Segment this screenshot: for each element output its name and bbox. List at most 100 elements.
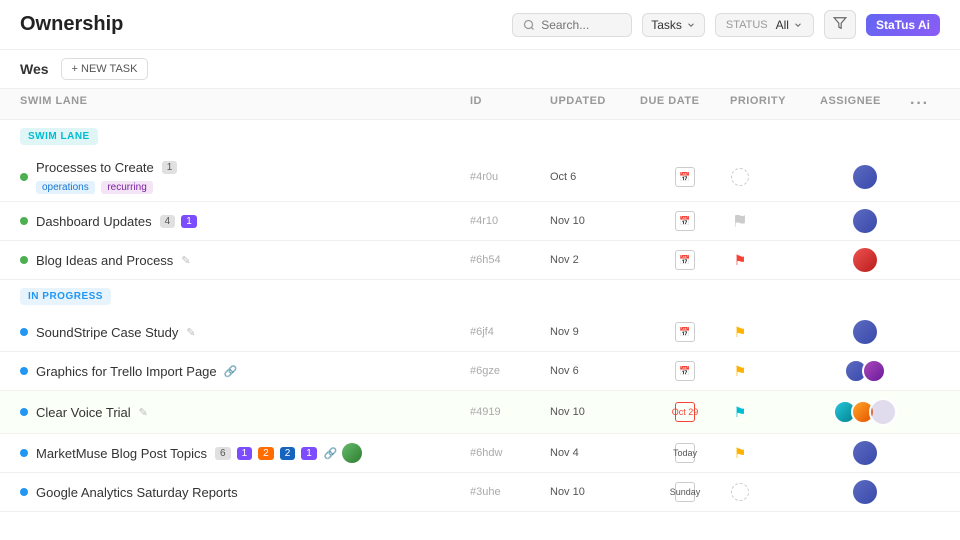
link-icon-2[interactable]: 🔗 xyxy=(324,447,338,460)
due-date-cell: 📅 xyxy=(640,322,730,342)
avatar-group xyxy=(833,398,897,426)
status-filter[interactable]: STATUS All xyxy=(715,13,814,37)
chevron-down-icon-2 xyxy=(793,20,803,30)
task-name[interactable]: SoundStripe Case Study xyxy=(36,325,178,340)
table-row: SoundStripe Case Study ✎ #6jf4 Nov 9 📅 ⚑ xyxy=(0,313,960,352)
task-name[interactable]: Dashboard Updates xyxy=(36,214,152,229)
more-options-icon[interactable]: ··· xyxy=(910,95,929,112)
calendar-icon: 📅 xyxy=(675,361,695,381)
badge-6: 6 xyxy=(215,447,231,460)
task-id: #6gze xyxy=(470,365,550,377)
task-updated: Oct 6 xyxy=(550,171,640,183)
tag-recurring[interactable]: recurring xyxy=(101,181,152,194)
edit-icon[interactable]: ✎ xyxy=(181,254,190,267)
task-name[interactable]: Processes to Create xyxy=(36,160,154,175)
task-name-cell: Dashboard Updates 4 1 xyxy=(20,214,470,229)
flag-red-icon: ⚑ xyxy=(734,252,747,269)
header: Ownership Tasks STATUS All StaTus Ai xyxy=(0,0,960,50)
swim-lane-section: SWIM LANE xyxy=(0,120,960,153)
task-name[interactable]: Blog Ideas and Process xyxy=(36,253,173,268)
tag-operations[interactable]: operations xyxy=(36,181,95,194)
priority-cell: ⚑ xyxy=(730,322,750,342)
due-date-text: Oct 29 xyxy=(670,407,701,417)
task-id: #6jf4 xyxy=(470,326,550,338)
avatar-inline xyxy=(342,443,362,463)
table-row: Processes to Create 1 operations recurri… xyxy=(0,153,960,202)
calendar-icon: Sunday xyxy=(675,482,695,502)
avatar xyxy=(862,359,886,383)
priority-cell: ⚑ xyxy=(730,361,750,381)
content-area: SWIM LANE Processes to Create 1 operatio… xyxy=(0,120,960,540)
edit-icon[interactable]: ✎ xyxy=(139,406,148,419)
table-row: Clear Voice Trial ✎ #4919 Nov 10 Oct 29 … xyxy=(0,391,960,434)
task-name-cell: Graphics for Trello Import Page 🔗 xyxy=(20,364,470,379)
col-duedate: DUE DATE xyxy=(640,95,730,113)
task-id: #4r0u xyxy=(470,171,550,183)
task-name-cell: MarketMuse Blog Post Topics 6 1 2 2 1 🔗 xyxy=(20,443,470,463)
due-date-cell: 📅 xyxy=(640,167,730,187)
sub-header: Wes + NEW TASK xyxy=(0,50,960,89)
status-dot xyxy=(20,217,28,225)
table-header: SWIM LANE ID UPDATED DUE DATE PRIORITY A… xyxy=(0,89,960,120)
chevron-down-icon xyxy=(686,20,696,30)
avatar-group xyxy=(844,359,886,383)
filter-button[interactable] xyxy=(824,10,856,39)
task-name[interactable]: Graphics for Trello Import Page xyxy=(36,364,217,379)
task-count-badge: 1 xyxy=(162,161,178,174)
table-row: Dashboard Updates 4 1 #4r10 Nov 10 📅 xyxy=(0,202,960,241)
priority-cell xyxy=(730,167,750,187)
due-date-cell: 📅 xyxy=(640,361,730,381)
flag-cyan-icon: ⚑ xyxy=(734,404,747,421)
filter-icon xyxy=(833,16,847,30)
avatar xyxy=(853,441,877,465)
col-more: ··· xyxy=(910,95,940,113)
due-date-cell: Oct 29 xyxy=(640,402,730,422)
task-id: #6h54 xyxy=(470,254,550,266)
task-updated: Nov 4 xyxy=(550,447,640,459)
task-name-cell: Blog Ideas and Process ✎ xyxy=(20,253,470,268)
task-name[interactable]: MarketMuse Blog Post Topics xyxy=(36,446,207,461)
link-icon[interactable]: 🔗 xyxy=(224,365,238,378)
task-id: #4919 xyxy=(470,406,550,418)
task-id: #4r10 xyxy=(470,215,550,227)
task-name-cell: Processes to Create 1 operations recurri… xyxy=(20,160,470,194)
task-name-cell: Clear Voice Trial ✎ xyxy=(20,405,470,420)
status-dot xyxy=(20,449,28,457)
assignee-cell xyxy=(820,248,910,272)
avatar xyxy=(853,165,877,189)
assignee-cell xyxy=(820,398,910,426)
due-sunday: Sunday xyxy=(668,487,703,497)
assignee-cell xyxy=(820,320,910,344)
priority-empty-icon xyxy=(731,483,749,501)
task-name[interactable]: Clear Voice Trial xyxy=(36,405,131,420)
status-dot xyxy=(20,408,28,416)
task-count-badge: 4 xyxy=(160,215,176,228)
status-dot xyxy=(20,173,28,181)
priority-cell: ⚑ xyxy=(730,443,750,463)
task-name[interactable]: Google Analytics Saturday Reports xyxy=(36,485,238,500)
search-bar[interactable] xyxy=(512,13,632,37)
calendar-icon-overdue: Oct 29 xyxy=(675,402,695,422)
col-priority: PRIORITY xyxy=(730,95,820,113)
priority-cell: ⚑ xyxy=(730,250,750,270)
due-date-cell: Sunday xyxy=(640,482,730,502)
priority-cell: ⚑ xyxy=(730,402,750,422)
assignee-cell xyxy=(820,165,910,189)
search-icon xyxy=(523,19,535,31)
flag-yellow-icon: ⚑ xyxy=(734,363,747,380)
assignee-cell xyxy=(820,359,910,383)
due-date-cell: 📅 xyxy=(640,211,730,231)
new-task-button[interactable]: + NEW TASK xyxy=(61,58,149,80)
in-progress-section: IN PROGRESS xyxy=(0,280,960,313)
search-input[interactable] xyxy=(541,18,621,32)
col-id: ID xyxy=(470,95,550,113)
assignee-cell xyxy=(820,441,910,465)
edit-icon[interactable]: ✎ xyxy=(186,326,195,339)
avatar xyxy=(853,480,877,504)
priority-empty-icon xyxy=(731,168,749,186)
col-updated: UPDATED xyxy=(550,95,640,113)
assignee-cell xyxy=(820,480,910,504)
tasks-dropdown[interactable]: Tasks xyxy=(642,13,705,37)
task-id: #6hdw xyxy=(470,447,550,459)
calendar-icon: 📅 xyxy=(675,167,695,187)
